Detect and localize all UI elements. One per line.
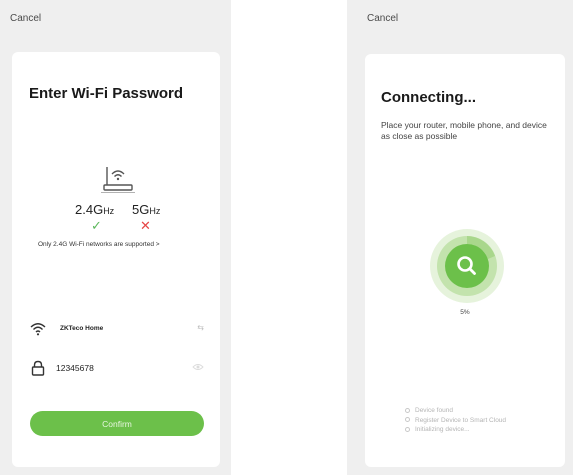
band-value: 5G <box>132 202 150 217</box>
step-label: Register Device to Smart Cloud <box>415 416 507 424</box>
wifi-password-screen: Cancel Enter Wi-Fi Password 2.4GHz 5GHz … <box>0 0 231 475</box>
connecting-screen: Cancel Connecting... Place your router, … <box>347 0 573 475</box>
wifi-card: Enter Wi-Fi Password 2.4GHz 5GHz ✓ ✕ Onl… <box>12 52 220 467</box>
band-value: 2.4G <box>75 202 104 217</box>
cancel-button[interactable]: Cancel <box>367 13 398 24</box>
wifi-network-row[interactable]: ZKTeco Home ⇆ <box>30 320 206 340</box>
band-unit: Hz <box>103 206 115 216</box>
step-label: Initializing device... <box>415 426 470 433</box>
band-5ghz: 5GHz <box>132 202 160 217</box>
connection-steps: Device found Register Device to Smart Cl… <box>405 406 506 435</box>
band-unit: Hz <box>149 206 161 216</box>
progress-percent: 5% <box>460 309 470 316</box>
supported-networks-link[interactable]: Only 2.4G Wi-Fi networks are supported > <box>38 241 160 248</box>
wifi-name: ZKTeco Home <box>60 325 104 332</box>
swap-icon[interactable]: ⇆ <box>197 323 204 332</box>
password-field[interactable] <box>56 361 186 375</box>
wifi-icon <box>30 323 46 336</box>
page-title: Enter Wi-Fi Password <box>29 85 184 102</box>
step-item: Initializing device... <box>405 425 506 435</box>
check-icon: ✓ <box>91 218 102 233</box>
confirm-button[interactable]: Confirm <box>30 411 204 436</box>
page-title: Connecting... <box>381 89 476 106</box>
step-label: Device found <box>415 407 453 414</box>
eye-icon[interactable] <box>192 362 204 372</box>
password-row <box>30 359 206 379</box>
band-2-4ghz: 2.4GHz <box>75 202 114 217</box>
cross-icon: ✕ <box>140 218 151 233</box>
connecting-instructions: Place your router, mobile phone, and dev… <box>381 120 547 141</box>
lock-icon <box>31 360 45 376</box>
step-item: Device found <box>405 406 506 416</box>
progress-spinner <box>430 229 504 303</box>
cancel-button[interactable]: Cancel <box>10 13 41 24</box>
connecting-card: Connecting... Place your router, mobile … <box>365 54 565 467</box>
router-icon <box>101 167 135 193</box>
step-item: Register Device to Smart Cloud <box>405 416 506 426</box>
